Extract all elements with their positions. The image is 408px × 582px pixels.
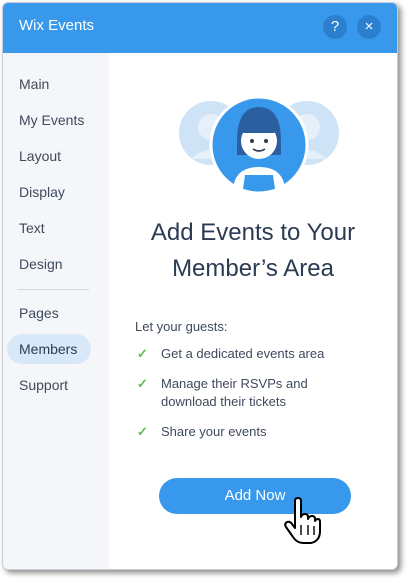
help-icon[interactable]: ? (323, 15, 347, 39)
sidebar-item-text[interactable]: Text (7, 213, 91, 243)
sidebar-item-layout[interactable]: Layout (7, 141, 91, 171)
add-now-button[interactable]: Add Now (159, 478, 351, 514)
page-title: Add Events to Your Member’s Area (109, 215, 397, 287)
wix-events-settings-panel: Wix Events ? × Main My Events Layout Dis… (2, 2, 398, 570)
members-illustration (179, 95, 339, 195)
benefit-text: Get a dedicated events area (161, 346, 325, 361)
sidebar-nav: Main My Events Layout Display Text Desig… (3, 53, 109, 569)
check-icon: ✓ (137, 346, 148, 361)
benefits-list: ✓ Get a dedicated events area ✓ Manage t… (135, 345, 385, 453)
benefit-text: Share your events (161, 424, 267, 439)
sidebar-item-support[interactable]: Support (7, 370, 91, 400)
sidebar-item-pages[interactable]: Pages (7, 298, 91, 328)
panel-title: Wix Events (19, 17, 95, 34)
intro-text: Let your guests: (135, 319, 228, 334)
panel-header: Wix Events ? × (3, 3, 397, 53)
sidebar-item-my-events[interactable]: My Events (7, 105, 91, 135)
members-content: Add Events to Your Member’s Area Let you… (109, 53, 397, 569)
sidebar-divider (17, 289, 89, 290)
close-icon[interactable]: × (357, 15, 381, 39)
benefit-text-continued: download their tickets (161, 394, 287, 409)
sidebar-item-display[interactable]: Display (7, 177, 91, 207)
sidebar-item-members[interactable]: Members (7, 334, 91, 364)
title-line-2: Member’s Area (172, 255, 334, 282)
list-item: ✓ Get a dedicated events area (135, 345, 385, 363)
sidebar-item-main[interactable]: Main (7, 69, 91, 99)
hand-pointer-cursor-icon (284, 497, 321, 544)
check-icon: ✓ (137, 376, 148, 391)
check-icon: ✓ (137, 424, 148, 439)
list-item: ✓ Share your events (135, 423, 385, 441)
benefit-text: Manage their RSVPs and (161, 376, 308, 391)
list-item: ✓ Manage their RSVPs and download their … (135, 375, 385, 411)
title-line-1: Add Events to Your (150, 219, 356, 246)
sidebar-item-design[interactable]: Design (7, 249, 91, 279)
